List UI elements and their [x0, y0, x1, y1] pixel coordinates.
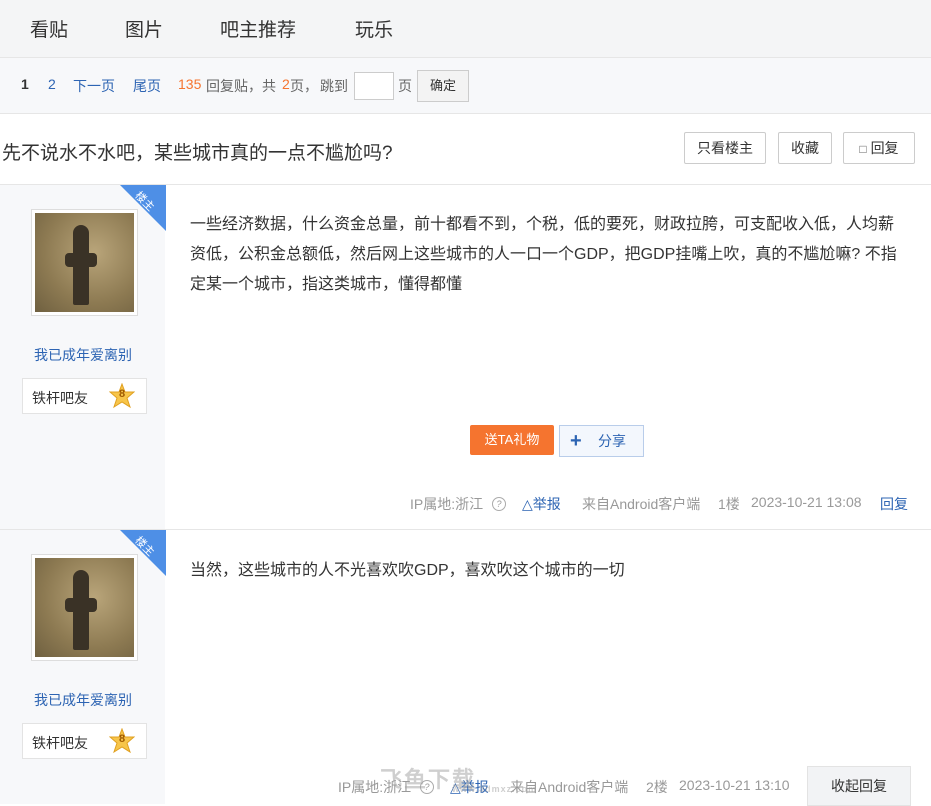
post-meta: IP属地:浙江 ? △举报 来自Android客户端 1楼 2023-10-21… [0, 494, 931, 514]
level-star-icon: 8 [108, 727, 136, 754]
post-content: 一些经济数据，什么资金总量，前十都看不到，个税，低的要死，财政拉胯，可支配收入低… [190, 216, 897, 293]
level-number: 8 [118, 733, 126, 745]
last-page-link[interactable]: 尾页 [133, 76, 161, 96]
send-gift-button[interactable]: 送TA礼物 [470, 425, 554, 455]
only-op-button[interactable]: 只看楼主 [684, 132, 766, 164]
level-title: 铁杆吧友 [32, 735, 88, 751]
level-box[interactable]: 铁杆吧友 8 [22, 378, 147, 414]
level-title: 铁杆吧友 [32, 390, 88, 406]
warning-icon: △ [522, 496, 533, 512]
page-2-link[interactable]: 2 [48, 76, 56, 92]
confirm-jump-button[interactable]: 确定 [417, 70, 469, 102]
username-link[interactable]: 我已成年爱离别 [0, 690, 166, 710]
thread-title-bar: 先不说水不水吧，某些城市真的一点不尴尬吗? 只看楼主 收藏 □ 回复 [0, 114, 931, 185]
page-total-suffix: 页， [290, 78, 318, 94]
level-star-icon: 8 [108, 382, 136, 409]
jump-label: 跳到 [320, 78, 348, 94]
post-time: 2023-10-21 13:10 [679, 777, 790, 793]
watermark-url: www.3dmxz.com [452, 784, 538, 794]
post-source: 来自Android客户端 [582, 496, 701, 512]
tab-posts[interactable]: 看贴 [30, 15, 68, 42]
level-box[interactable]: 铁杆吧友 8 [22, 723, 147, 759]
page-unit-label: 页 [398, 78, 412, 94]
thread-title: 先不说水不水吧，某些城市真的一点不尴尬吗? [2, 143, 393, 164]
tab-recommended[interactable]: 吧主推荐 [220, 15, 296, 42]
reply-button-label: 回复 [870, 140, 899, 156]
help-icon[interactable]: ? [492, 494, 506, 511]
post-time: 2023-10-21 13:08 [751, 494, 862, 510]
post-floor-1: 楼主 我已成年爱离别 铁杆吧友 8 一些经济数据，什么资金总量，前十都看不到，个… [0, 185, 931, 530]
reply-link[interactable]: 回复 [880, 494, 908, 514]
next-page-link[interactable]: 下一页 [73, 76, 115, 96]
reply-count-label: 回复贴，共 [206, 78, 276, 94]
avatar-image [35, 213, 134, 312]
watermark-logo: 飞鱼下载 www.3dmxz.com [380, 762, 536, 794]
share-button[interactable]: + 分享 [559, 425, 644, 457]
username-link[interactable]: 我已成年爱离别 [0, 345, 166, 365]
favorite-button[interactable]: 收藏 [778, 132, 832, 164]
ip-location: IP属地:浙江 [410, 496, 484, 512]
level-number: 8 [118, 388, 126, 400]
share-label: 分享 [598, 433, 626, 449]
avatar[interactable] [31, 209, 138, 316]
tab-images[interactable]: 图片 [125, 15, 163, 42]
jump-page-input[interactable] [354, 72, 394, 100]
avatar[interactable] [31, 554, 138, 661]
pager: 1 2 下一页 尾页 135 回复贴，共 2 页， 跳到 页 确定 [0, 58, 931, 114]
floor-number: 2楼 [646, 779, 668, 795]
share-plus-icon: + [570, 430, 582, 452]
avatar-image [35, 558, 134, 657]
report-link[interactable]: △举报 [522, 494, 561, 514]
top-nav: 看贴 图片 吧主推荐 玩乐 [0, 0, 931, 58]
post-content: 当然，这些城市的人不光喜欢吹GDP，喜欢吹这个城市的一切 [190, 562, 625, 579]
reply-button[interactable]: □ 回复 [843, 132, 915, 164]
reply-count: 135 [178, 76, 202, 92]
page-current: 1 [21, 76, 29, 92]
comment-icon: □ [859, 142, 867, 156]
tab-fun[interactable]: 玩乐 [355, 15, 393, 42]
floor-number: 1楼 [718, 496, 740, 512]
page-total: 2 [282, 76, 290, 92]
collapse-replies-button[interactable]: 收起回复 [807, 766, 911, 806]
